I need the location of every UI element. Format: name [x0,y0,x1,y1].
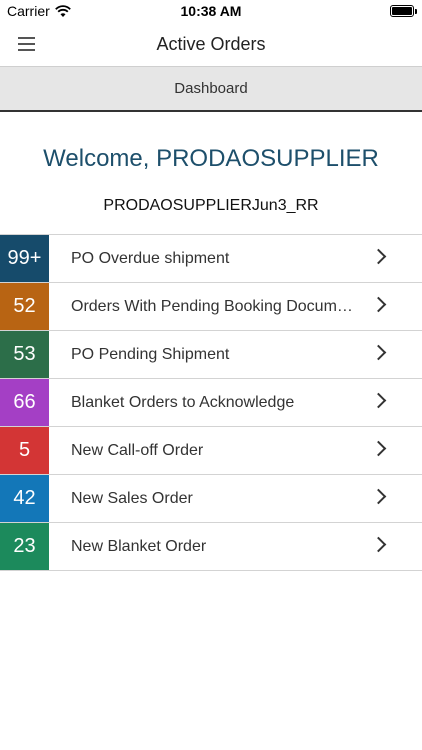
order-row-new-blanket[interactable]: 23 New Blanket Order [0,523,422,571]
row-label: Blanket Orders to Acknowledge [71,394,295,411]
order-row-new-sales[interactable]: 42 New Sales Order [0,475,422,523]
row-label: New Call-off Order [71,442,204,459]
count-badge: 53 [0,331,49,378]
count-badge: 52 [0,283,49,330]
status-bar: Carrier 10:38 AM [0,0,422,22]
dashboard-label: Dashboard [174,80,248,97]
row-label: PO Pending Shipment [71,346,230,363]
count-badge: 42 [0,475,49,522]
chevron-right-icon [370,488,387,505]
chevron-right-icon [370,344,387,361]
count-badge: 99+ [0,235,49,282]
count-badge: 66 [0,379,49,426]
order-row-po-pending-shipment[interactable]: 53 PO Pending Shipment [0,331,422,379]
dashboard-tab[interactable]: Dashboard [0,66,422,112]
chevron-right-icon [370,296,387,313]
account-name: PRODAOSUPPLIERJun3_RR [103,197,319,214]
order-row-pending-booking[interactable]: 52 Orders With Pending Booking Documents [0,283,422,331]
order-row-new-call-off[interactable]: 5 New Call-off Order [0,427,422,475]
row-label: Orders With Pending Booking Documents [71,298,361,315]
page-title: Active Orders [156,34,266,54]
welcome-heading: Welcome, PRODAOSUPPLIER [43,145,379,172]
chevron-right-icon [370,536,387,553]
chevron-right-icon [370,440,387,457]
order-row-blanket-acknowledge[interactable]: 66 Blanket Orders to Acknowledge [0,379,422,427]
row-label: New Sales Order [71,490,193,507]
status-time: 10:38 AM [180,3,242,19]
row-label: PO Overdue shipment [71,250,230,267]
order-list: 99+ PO Overdue shipment 52 Orders With P… [0,234,422,571]
order-row-po-overdue[interactable]: 99+ PO Overdue shipment [0,235,422,283]
navigation-bar: Active Orders [0,22,422,66]
battery-icon [390,5,417,17]
row-label: New Blanket Order [71,538,207,555]
chevron-right-icon [370,248,387,265]
chevron-right-icon [370,392,387,409]
count-badge: 23 [0,523,49,570]
count-badge: 5 [0,427,49,474]
